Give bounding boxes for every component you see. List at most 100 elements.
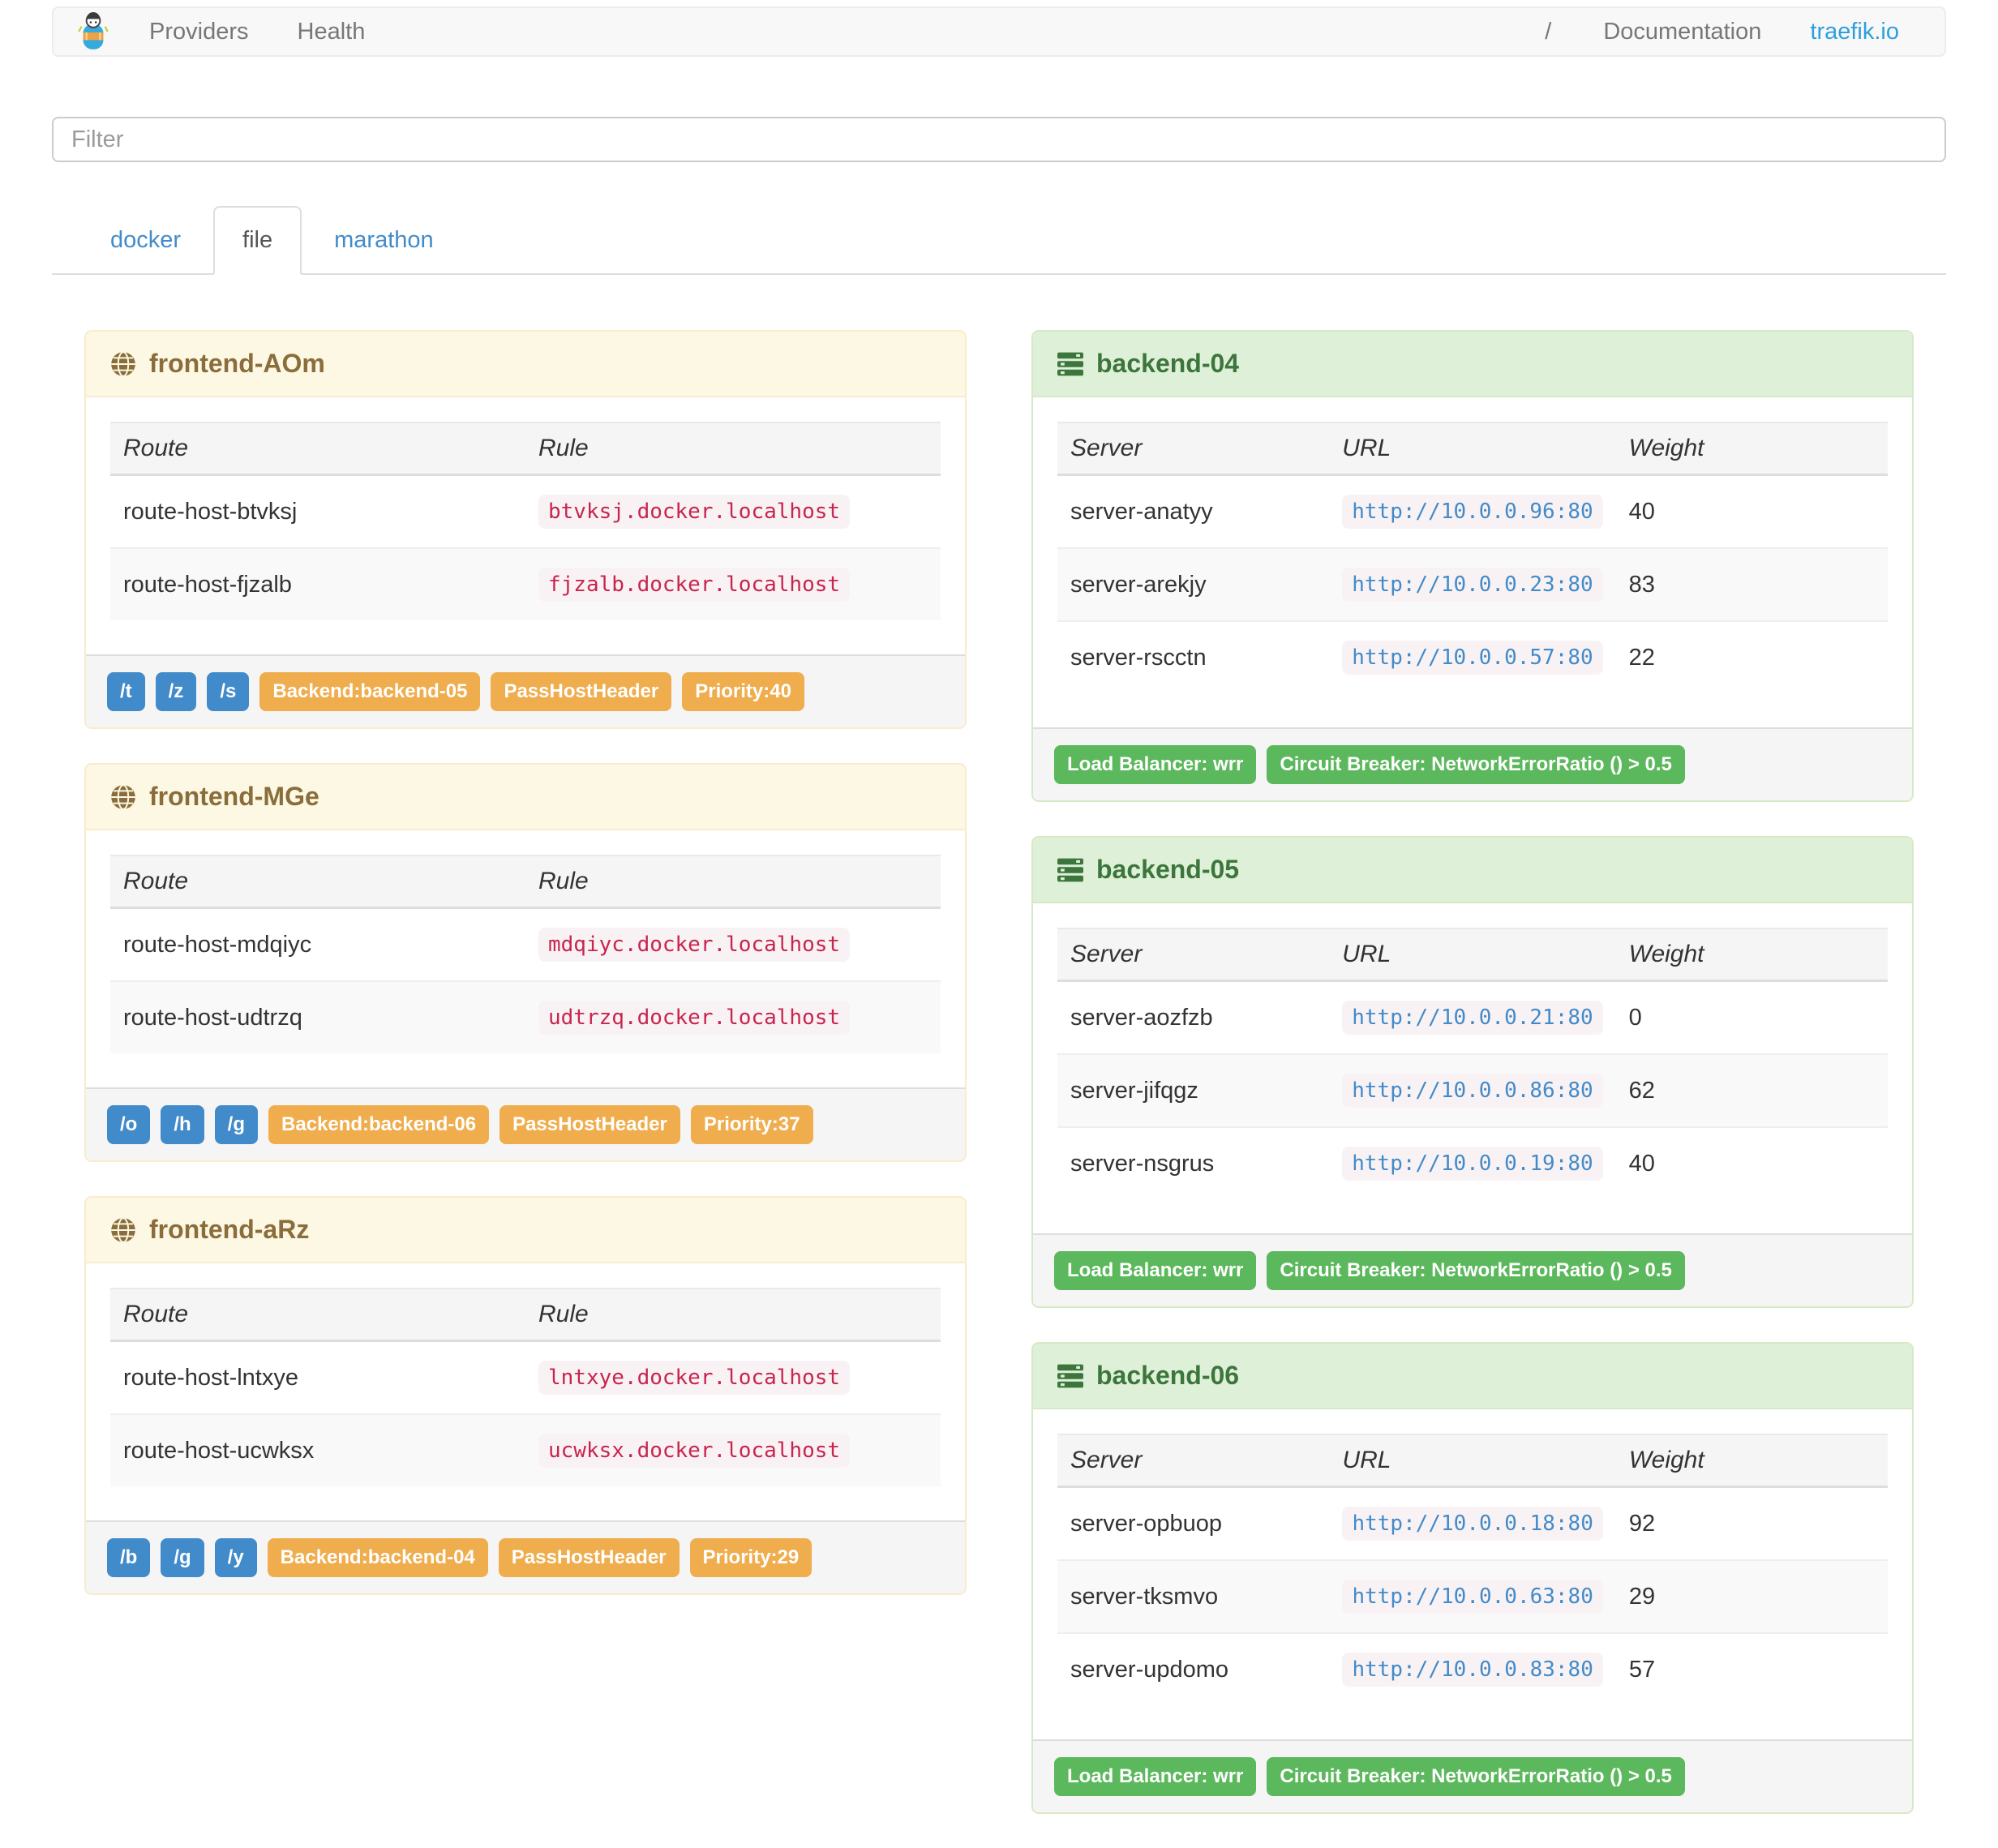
routes-col-route: Route xyxy=(110,422,525,476)
backend-ref-badge: Backend:backend-05 xyxy=(259,672,481,711)
globe-icon xyxy=(110,783,136,810)
frontend-panel-heading: frontend-MGe xyxy=(86,765,965,830)
servers-col-weight: Weight xyxy=(1615,928,1888,982)
server-weight: 0 xyxy=(1628,1004,1642,1031)
server-name: server-opbuop xyxy=(1070,1510,1222,1537)
server-weight: 40 xyxy=(1615,1126,1888,1199)
backend-panel-footer: Load Balancer: wrr Circuit Breaker: Netw… xyxy=(1033,727,1912,800)
backend-panel: backend-05 Server URL Weight server-aozf… xyxy=(1031,836,1914,1308)
backend-panel-body: Server URL Weight server-anatyy http://1… xyxy=(1033,397,1912,727)
server-name: server-tksmvo xyxy=(1057,1559,1330,1633)
server-weight: 57 xyxy=(1615,1632,1888,1705)
server-icon xyxy=(1057,1363,1083,1389)
route-row: route-host-btvksj btvksj.docker.localhos… xyxy=(110,475,941,549)
rule-code: lntxye.docker.localhost xyxy=(538,1361,851,1395)
route-badge: /z xyxy=(155,672,197,711)
servers-col-weight: Weight xyxy=(1615,1434,1888,1488)
frontend-panel: frontend-MGe Route Rule route-host-mdqiy… xyxy=(84,763,967,1162)
server-name: server-updomo xyxy=(1057,1632,1330,1705)
nav-link-providers[interactable]: Providers xyxy=(125,19,273,45)
backend-panel-heading: backend-06 xyxy=(1033,1344,1912,1409)
servers-col-url: URL xyxy=(1329,928,1616,982)
globe-icon xyxy=(110,1216,136,1243)
pass-host-header-badge: PassHostHeader xyxy=(491,672,672,711)
routes-table: Route Rule route-host-mdqiyc mdqiyc.dock… xyxy=(110,855,941,1053)
servers-col-url: URL xyxy=(1329,422,1616,476)
server-url-code: http://10.0.0.19:80 xyxy=(1342,1147,1603,1181)
load-balancer-badge: Load Balancer: wrr xyxy=(1054,1251,1257,1290)
server-url-code: http://10.0.0.83:80 xyxy=(1342,1653,1603,1687)
pass-host-header-badge: PassHostHeader xyxy=(498,1538,680,1577)
routes-col-route: Route xyxy=(110,1288,525,1342)
backend-panel-body: Server URL Weight server-aozfzb http://1… xyxy=(1033,903,1912,1233)
frontend-panel-heading: frontend-aRz xyxy=(86,1198,965,1263)
server-row: server-anatyy http://10.0.0.96:80 40 xyxy=(1057,475,1888,549)
routes-table: Route Rule route-host-btvksj btvksj.dock… xyxy=(110,422,941,620)
route-name: route-host-ucwksx xyxy=(110,1413,525,1486)
server-weight: 83 xyxy=(1615,547,1888,621)
circuit-breaker-badge: Circuit Breaker: NetworkErrorRatio () > … xyxy=(1267,745,1685,784)
route-badge: /t xyxy=(107,672,145,711)
pass-host-header-badge: PassHostHeader xyxy=(500,1105,680,1144)
server-url-code: http://10.0.0.96:80 xyxy=(1342,495,1603,529)
globe-icon xyxy=(110,350,136,377)
rule-code: btvksj.docker.localhost xyxy=(538,495,851,529)
backend-ref-badge: Backend:backend-04 xyxy=(267,1538,488,1577)
rule-code: fjzalb.docker.localhost xyxy=(538,568,851,602)
route-badge: /y xyxy=(214,1538,257,1577)
routes-col-rule: Rule xyxy=(525,422,941,476)
servers-col-server: Server xyxy=(1057,1434,1330,1488)
backend-panel-heading: backend-05 xyxy=(1033,838,1912,903)
server-row: server-arekjy http://10.0.0.23:80 83 xyxy=(1057,547,1888,621)
route-row: route-host-udtrzq udtrzq.docker.localhos… xyxy=(110,980,941,1053)
server-weight: 22 xyxy=(1615,620,1888,693)
tab-marathon[interactable]: marathon xyxy=(305,206,463,275)
server-url-code: http://10.0.0.86:80 xyxy=(1342,1074,1603,1108)
priority-badge: Priority:29 xyxy=(689,1538,812,1577)
backend-panel-title: backend-04 xyxy=(1096,349,1240,378)
backend-panel-footer: Load Balancer: wrr Circuit Breaker: Netw… xyxy=(1033,1739,1912,1812)
server-url-code: http://10.0.0.21:80 xyxy=(1342,1001,1603,1035)
server-weight: 92 xyxy=(1628,1510,1656,1537)
backend-panel-body: Server URL Weight server-opbuop http://1… xyxy=(1033,1409,1912,1739)
routes-col-rule: Rule xyxy=(525,1288,941,1342)
route-row: route-host-mdqiyc mdqiyc.docker.localhos… xyxy=(110,908,941,982)
server-name: server-rscctn xyxy=(1057,620,1330,693)
load-balancer-badge: Load Balancer: wrr xyxy=(1054,1757,1257,1796)
backend-panel: backend-04 Server URL Weight server-anat… xyxy=(1031,330,1914,802)
server-url-code: http://10.0.0.23:80 xyxy=(1342,568,1603,602)
filter-bar xyxy=(52,117,1946,162)
traefik-logo[interactable] xyxy=(78,11,109,52)
priority-badge: Priority:37 xyxy=(690,1105,813,1144)
circuit-breaker-badge: Circuit Breaker: NetworkErrorRatio () > … xyxy=(1267,1251,1685,1290)
frontend-panel-title: frontend-aRz xyxy=(149,1215,310,1244)
servers-table: Server URL Weight server-aozfzb http://1… xyxy=(1057,928,1888,1199)
backend-panel-heading: backend-04 xyxy=(1033,332,1912,397)
server-row: server-opbuop http://10.0.0.18:80 92 xyxy=(1057,1487,1888,1561)
tab-file[interactable]: file xyxy=(213,206,302,275)
route-badge: /b xyxy=(107,1538,151,1577)
frontend-panel-body: Route Rule route-host-lntxye lntxye.dock… xyxy=(86,1263,965,1520)
frontend-panel-title: frontend-MGe xyxy=(149,782,319,811)
backend-panel-footer: Load Balancer: wrr Circuit Breaker: Netw… xyxy=(1033,1233,1912,1306)
route-name: route-host-udtrzq xyxy=(110,980,525,1053)
tab-docker[interactable]: docker xyxy=(81,206,210,275)
server-url-code: http://10.0.0.63:80 xyxy=(1342,1580,1603,1614)
route-name: route-host-fjzalb xyxy=(110,547,525,620)
frontend-panel: frontend-aRz Route Rule route-host-lntxy… xyxy=(84,1196,967,1595)
servers-col-server: Server xyxy=(1057,422,1330,476)
nav-link-health[interactable]: Health xyxy=(273,19,390,45)
route-badge: /o xyxy=(107,1105,151,1144)
server-row: server-tksmvo http://10.0.0.63:80 29 xyxy=(1057,1559,1888,1633)
filter-input[interactable] xyxy=(52,117,1946,162)
nav-link-documentation[interactable]: Documentation xyxy=(1579,19,1786,45)
routes-table: Route Rule route-host-lntxye lntxye.dock… xyxy=(110,1288,941,1486)
route-row: route-host-fjzalb fjzalb.docker.localhos… xyxy=(110,547,941,620)
server-row: server-updomo http://10.0.0.83:80 57 xyxy=(1057,1632,1888,1705)
frontend-panel-footer: /t /z /s Backend:backend-05 PassHostHead… xyxy=(86,654,965,727)
nav-link-traefik-io[interactable]: traefik.io xyxy=(1786,19,1923,45)
frontend-panel-footer: /b /g /y Backend:backend-04 PassHostHead… xyxy=(86,1520,965,1593)
server-icon xyxy=(1057,857,1083,883)
provider-tabs: docker file marathon xyxy=(52,206,1946,275)
server-weight: 62 xyxy=(1615,1053,1888,1127)
